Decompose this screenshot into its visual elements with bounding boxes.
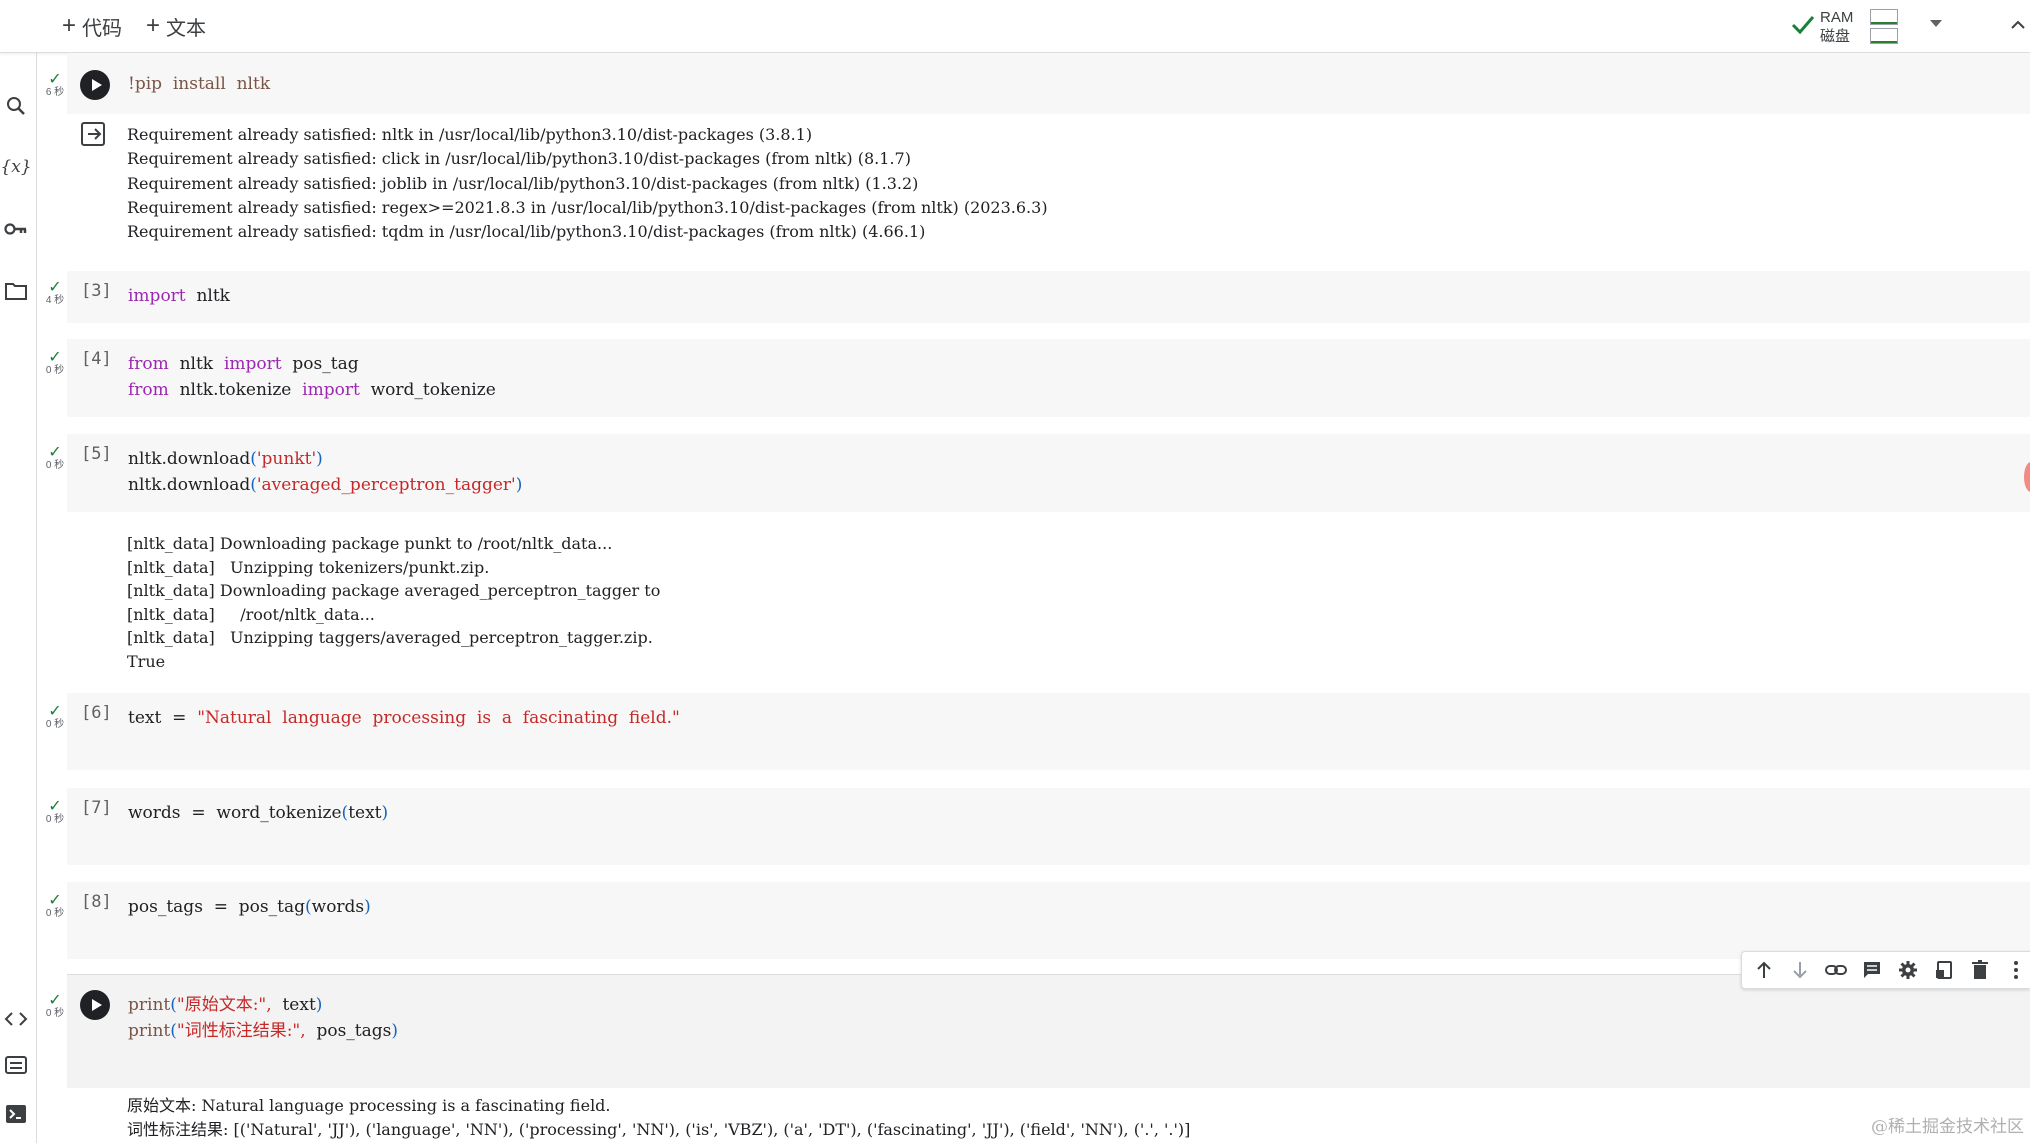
code-cell[interactable]: ✓ 0 秒 [7] words = word_tokenize(text) [36,788,2030,865]
run-cell-button[interactable] [80,70,110,100]
terminal-icon[interactable] [2,1100,30,1128]
cell-status: ✓ 0 秒 [45,349,65,377]
arrow-down-icon[interactable] [1788,958,1812,982]
execution-count: [7] [81,798,112,818]
notebook-body: ✓ 6 秒 !pip install nltk Requirement alrea… [36,53,2030,1143]
link-icon[interactable] [1824,958,1848,982]
execution-count: [3] [81,281,112,301]
code-cell[interactable]: ✓ 0 秒 [5] nltk.download('punkt') nltk.dow… [36,434,2030,730]
mirror-cell-icon[interactable] [1932,958,1956,982]
code-cell[interactable]: ✓ 6 秒 !pip install nltk Requirement alrea… [36,53,2030,268]
cell-code[interactable]: nltk.download('punkt') nltk.download('av… [128,446,522,498]
cell-status: ✓ 6 秒 [45,71,65,99]
execution-count: [5] [81,444,112,464]
notebook-toolbar: + 代码 + 文本 RAM 磁盘 [0,0,2030,53]
cell-output: Requirement already satisfied: nltk in /… [127,125,1048,242]
code-cell[interactable]: ✓ 0 秒 [8] pos_tags = pos_tag(words) [36,882,2030,959]
cell-status: ✓ 0 秒 [45,992,65,1020]
left-rail: {x} [0,0,37,1143]
variables-icon[interactable]: {x} [0,153,31,181]
add-code-button[interactable]: + 代码 [62,12,122,40]
cell-output: 原始文本: Natural language processing is a f… [127,1096,1191,1139]
code-cell[interactable]: ✓ 0 秒 print("原始文本:", text) print("词性标注结果:… [36,974,2030,1143]
cell-status: ✓ 0 秒 [45,703,65,731]
ram-label: RAM [1820,9,1854,26]
cell-status: ✓ 0 秒 [45,798,65,826]
cell-status: ✓ 0 秒 [45,892,65,920]
gear-icon[interactable] [1896,958,1920,982]
code-cell[interactable]: ✓ 0 秒 [6] text = "Natural language proces… [36,693,2030,770]
cell-status: ✓ 4 秒 [45,279,65,307]
watermark: @稀土掘金技术社区 [1871,1117,2024,1137]
code-snippets-icon[interactable] [2,1005,30,1033]
add-text-button[interactable]: + 文本 [146,12,206,40]
cell-toolbar [1741,951,2030,989]
resources-indicator[interactable]: RAM 磁盘 [1790,6,1970,48]
cell-code[interactable]: import nltk [128,283,230,309]
add-code-label: 代码 [82,17,123,40]
execution-count: [6] [81,703,112,723]
cell-code[interactable]: from nltk import pos_tag from nltk.token… [128,351,496,403]
cell-code[interactable]: text = "Natural language processing is a… [128,705,680,731]
more-icon[interactable] [2004,958,2028,982]
cell-code[interactable]: words = word_tokenize(text) [128,800,388,826]
search-icon[interactable] [2,92,30,120]
code-cell[interactable]: ✓ 4 秒 [3] import nltk [36,271,2030,323]
disk-label: 磁盘 [1820,28,1851,45]
command-palette-icon[interactable] [2,1051,30,1079]
arrow-up-icon[interactable] [1752,958,1776,982]
connected-check-icon [1791,16,1815,35]
folder-icon[interactable] [2,277,30,305]
plus-icon: + [146,12,161,39]
trash-icon[interactable] [1968,958,1992,982]
code-cell[interactable]: ✓ 0 秒 [4] from nltk import pos_tag from n… [36,339,2030,417]
cell-code[interactable]: print("原始文本:", text) print("词性标注结果:", po… [128,992,398,1044]
plus-icon: + [62,12,77,39]
chevron-down-icon[interactable] [1930,20,1942,27]
run-cell-button[interactable] [80,990,110,1020]
output-actions-icon[interactable] [80,121,108,147]
execution-count: [8] [81,892,112,912]
cell-status: ✓ 0 秒 [45,444,65,472]
add-text-label: 文本 [166,17,207,40]
cell-code[interactable]: pos_tags = pos_tag(words) [128,894,371,920]
disk-usage-bar [1870,28,1898,44]
execution-count: [4] [81,349,112,369]
ram-usage-bar [1870,9,1898,25]
collapse-icon[interactable] [2006,10,2030,40]
comment-icon[interactable] [1860,958,1884,982]
cell-code[interactable]: !pip install nltk [128,71,270,97]
key-icon[interactable] [2,215,30,243]
cell-output: [nltk_data] Downloading package punkt to… [127,534,661,671]
